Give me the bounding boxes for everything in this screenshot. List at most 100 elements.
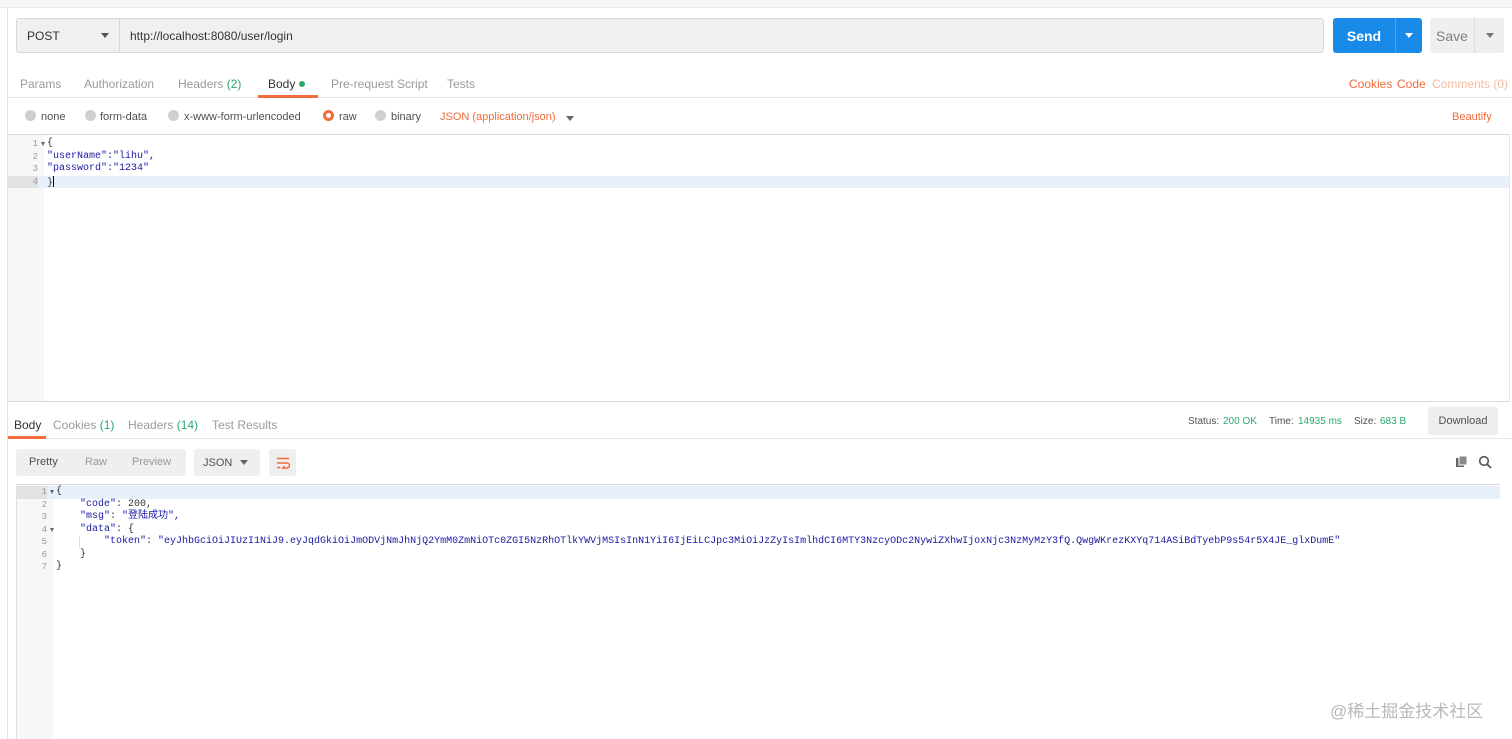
code-link[interactable]: Code	[1397, 77, 1426, 91]
status-label: Status:	[1188, 416, 1220, 427]
request-body-editor[interactable]: 1 { 2 "userName":"lihu", 3 "password":"1…	[8, 134, 1510, 402]
response-body-viewer[interactable]: 1 { 2 "code": 200, 3 "msg": "登陆成功", 4 "d…	[16, 484, 1500, 739]
code-text: "data": {	[80, 523, 135, 535]
code-line: 2 "userName":"lihu",	[8, 151, 1509, 164]
url-input[interactable]: http://localhost:8080/user/login	[119, 18, 1324, 53]
format-value: JSON	[203, 456, 233, 469]
code-text: "password":"1234"	[47, 163, 150, 174]
tab-headers-label: Headers	[178, 77, 224, 91]
chevron-down-icon	[1405, 33, 1413, 38]
json-value: "登陆成功",	[122, 511, 181, 522]
time-label: Time:	[1269, 416, 1294, 427]
send-label: Send	[1346, 27, 1382, 44]
tab-response-cookies[interactable]: Cookies (1)	[53, 418, 114, 432]
headers-count: (2)	[226, 77, 242, 91]
status-value: 200 OK	[1223, 416, 1257, 427]
radio-raw-label: raw	[339, 111, 357, 123]
line-number: 1	[17, 486, 47, 499]
radio-form-data-label: form-data	[100, 111, 148, 123]
size-value: 683 B	[1380, 416, 1407, 427]
chevron-down-icon	[1485, 33, 1494, 38]
pretty-button[interactable]: Pretty	[29, 456, 58, 468]
window-top-strip	[0, 0, 1512, 8]
radio-none[interactable]	[25, 110, 36, 121]
view-mode-group: Pretty Raw Preview	[16, 449, 186, 476]
code-line: 1 {	[17, 486, 1500, 499]
fold-arrow-icon[interactable]	[50, 527, 54, 532]
wrap-lines-icon	[276, 457, 290, 469]
download-button[interactable]: Download	[1428, 407, 1498, 435]
code-text: "msg": "登陆成功",	[80, 511, 181, 522]
comments-link[interactable]: Comments (0)	[1432, 77, 1508, 91]
code-line: 3 "msg": "登陆成功",	[17, 511, 1500, 524]
watermark-text: @稀土掘金技术社区	[1330, 702, 1484, 721]
tab-tests[interactable]: Tests	[447, 77, 475, 91]
format-select[interactable]: JSON	[194, 449, 260, 476]
preview-button[interactable]: Preview	[132, 456, 171, 468]
code-line: 2 "code": 200,	[17, 499, 1500, 512]
text-cursor	[53, 175, 55, 187]
method-select[interactable]: POST	[16, 18, 119, 53]
json-key: "code"	[80, 498, 117, 510]
tab-body-label: Body	[268, 77, 296, 91]
send-options-dropdown[interactable]	[1396, 33, 1422, 38]
tab-body[interactable]: Body	[268, 77, 306, 91]
json-key: "msg"	[80, 511, 111, 522]
send-button[interactable]: Send	[1333, 18, 1422, 53]
chevron-down-icon[interactable]	[566, 116, 574, 121]
radio-raw[interactable]	[323, 110, 334, 121]
tab-response-body[interactable]: Body	[14, 418, 41, 432]
size-label: Size:	[1354, 416, 1377, 427]
json-key: "token"	[104, 536, 147, 547]
code-line-active: 4 }	[8, 175, 1509, 191]
save-options-dropdown[interactable]	[1475, 33, 1504, 38]
raw-button[interactable]: Raw	[85, 456, 107, 468]
radio-binary-label: binary	[391, 111, 421, 123]
code-line: 5 "token": "eyJhbGciOiJIUzI1NiJ9.eyJqdGk…	[17, 536, 1500, 549]
radio-urlencoded[interactable]	[168, 110, 179, 121]
content-type-select[interactable]: JSON (application/json)	[440, 111, 556, 123]
beautify-link[interactable]: Beautify	[1452, 111, 1492, 123]
cookies-count: (1)	[99, 418, 115, 432]
cookies-link[interactable]: Cookies	[1349, 77, 1392, 91]
code-text: {	[56, 486, 63, 497]
code-text: "token": "eyJhbGciOiJIUzI1NiJ9.eyJqdGkiO…	[104, 536, 1341, 547]
save-button[interactable]: Save	[1430, 18, 1504, 53]
tab-headers[interactable]: Headers (2)	[178, 77, 241, 91]
download-label: Download	[1438, 415, 1488, 427]
tab-params[interactable]: Params	[20, 77, 61, 91]
tab-headers-label: Headers	[128, 418, 174, 432]
indent-guide	[79, 536, 80, 548]
line-number: 2	[32, 151, 38, 162]
code-text: }	[47, 175, 55, 191]
search-icon[interactable]	[1478, 455, 1492, 469]
radio-binary[interactable]	[375, 110, 386, 121]
line-number: 4	[8, 175, 38, 188]
json-key: "data"	[80, 523, 117, 535]
active-tab-underline	[8, 436, 46, 439]
radio-form-data[interactable]	[85, 110, 96, 121]
json-value: 200,	[128, 498, 153, 510]
tab-response-headers[interactable]: Headers (14)	[128, 418, 198, 432]
line-number: 7	[41, 562, 47, 572]
line-number: 3	[32, 164, 38, 174]
radio-none-label: none	[41, 111, 66, 123]
fold-arrow-icon[interactable]	[41, 142, 45, 146]
line-number: 2	[41, 499, 47, 510]
code-line: 4 "data": {	[17, 524, 1500, 537]
line-number: 5	[41, 537, 47, 547]
fold-arrow-icon[interactable]	[50, 490, 54, 494]
tab-prerequest-script[interactable]: Pre-request Script	[331, 77, 428, 91]
active-tab-underline	[258, 95, 318, 98]
code-text: }	[80, 548, 87, 560]
code-line: 3 "password":"1234"	[8, 163, 1509, 176]
code-line: 7 }	[17, 561, 1500, 574]
wrap-lines-button[interactable]	[269, 449, 296, 476]
tab-test-results[interactable]: Test Results	[212, 418, 277, 432]
tab-authorization[interactable]: Authorization	[84, 77, 154, 91]
method-value: POST	[27, 28, 60, 43]
chevron-down-icon	[240, 460, 248, 465]
code-text: "userName":"lihu",	[47, 150, 156, 162]
copy-icon[interactable]	[1455, 455, 1469, 469]
code-text: {	[47, 138, 54, 149]
